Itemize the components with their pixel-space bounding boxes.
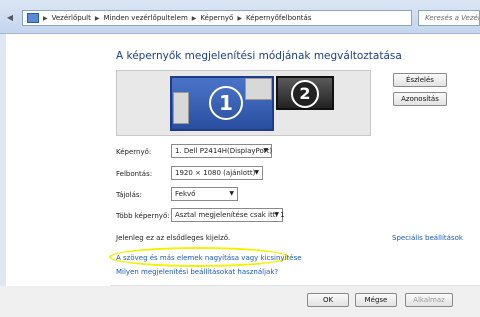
primary-display-status: Jelenleg ez az elsődleges kijelző.: [116, 234, 231, 242]
chevron-down-icon: ▼: [263, 147, 268, 154]
back-icon[interactable]: ◀: [4, 11, 16, 24]
advanced-settings-link[interactable]: Speciális beállítások: [392, 234, 463, 242]
chevron-down-icon: ▼: [229, 190, 234, 197]
multi-display-value: Asztal megjelenítése csak itt: 1: [175, 211, 285, 219]
search-input[interactable]: Keresés a Vezérlőpulton: [418, 10, 480, 26]
cancel-button[interactable]: Mégse: [355, 293, 397, 307]
display-label: Képernyő:: [116, 148, 152, 156]
window-thumbnail: [245, 78, 272, 100]
monitor-2-number: 2: [291, 80, 319, 108]
navigation-pane-edge: [0, 34, 6, 317]
orientation-select[interactable]: Fekvő ▼: [171, 187, 238, 201]
resolution-label: Felbontás:: [116, 170, 153, 178]
resolution-select[interactable]: 1920 × 1080 (ajánlott) ▼: [171, 166, 263, 180]
ok-button[interactable]: OK: [307, 293, 349, 307]
breadcrumb-item-control-panel[interactable]: Vezérlőpult: [52, 14, 91, 22]
breadcrumb-item-display[interactable]: Képernyő: [200, 14, 233, 22]
detect-button[interactable]: Észlelés: [393, 73, 447, 87]
text-size-link[interactable]: A szöveg és más elemek nagyítása vagy ki…: [116, 254, 302, 262]
orientation-label: Tájolás:: [116, 191, 142, 199]
window-thumbnail: [173, 92, 189, 124]
display-value: 1. Dell P2414H(DisplayPort): [175, 147, 273, 155]
breadcrumb-item-all-items[interactable]: Minden vezérlőpultelem: [103, 14, 187, 22]
chevron-right-icon[interactable]: ▶: [95, 15, 100, 22]
orientation-value: Fekvő: [175, 190, 196, 198]
chevron-down-icon: ▼: [274, 211, 279, 218]
address-bar-area: ◀ ▶ Vezérlőpult ▶ Minden vezérlőpultelem…: [0, 0, 480, 34]
resolution-value: 1920 × 1080 (ajánlott): [175, 169, 256, 177]
page-title: A képernyők megjelenítési módjának megvá…: [116, 50, 402, 62]
chevron-right-icon[interactable]: ▶: [237, 15, 242, 22]
display-select[interactable]: 1. Dell P2414H(DisplayPort) ▼: [171, 144, 272, 158]
breadcrumb-item-resolution[interactable]: Képernyőfelbontás: [246, 14, 311, 22]
display-settings-help-link[interactable]: Milyen megjelenítési beállításokat haszn…: [116, 268, 278, 276]
monitor-1-number: 1: [209, 86, 243, 120]
identify-button[interactable]: Azonosítás: [393, 92, 447, 106]
apply-button[interactable]: Alkalmaz: [405, 293, 453, 307]
multi-display-select[interactable]: Asztal megjelenítése csak itt: 1 ▼: [171, 208, 285, 222]
chevron-right-icon[interactable]: ▶: [192, 15, 197, 22]
chevron-down-icon: ▼: [254, 169, 259, 176]
control-panel-icon: [27, 13, 39, 23]
multi-display-label: Több képernyő:: [116, 212, 170, 220]
address-bar[interactable]: ▶ Vezérlőpult ▶ Minden vezérlőpultelem ▶…: [22, 10, 412, 26]
chevron-right-icon[interactable]: ▶: [43, 15, 48, 22]
